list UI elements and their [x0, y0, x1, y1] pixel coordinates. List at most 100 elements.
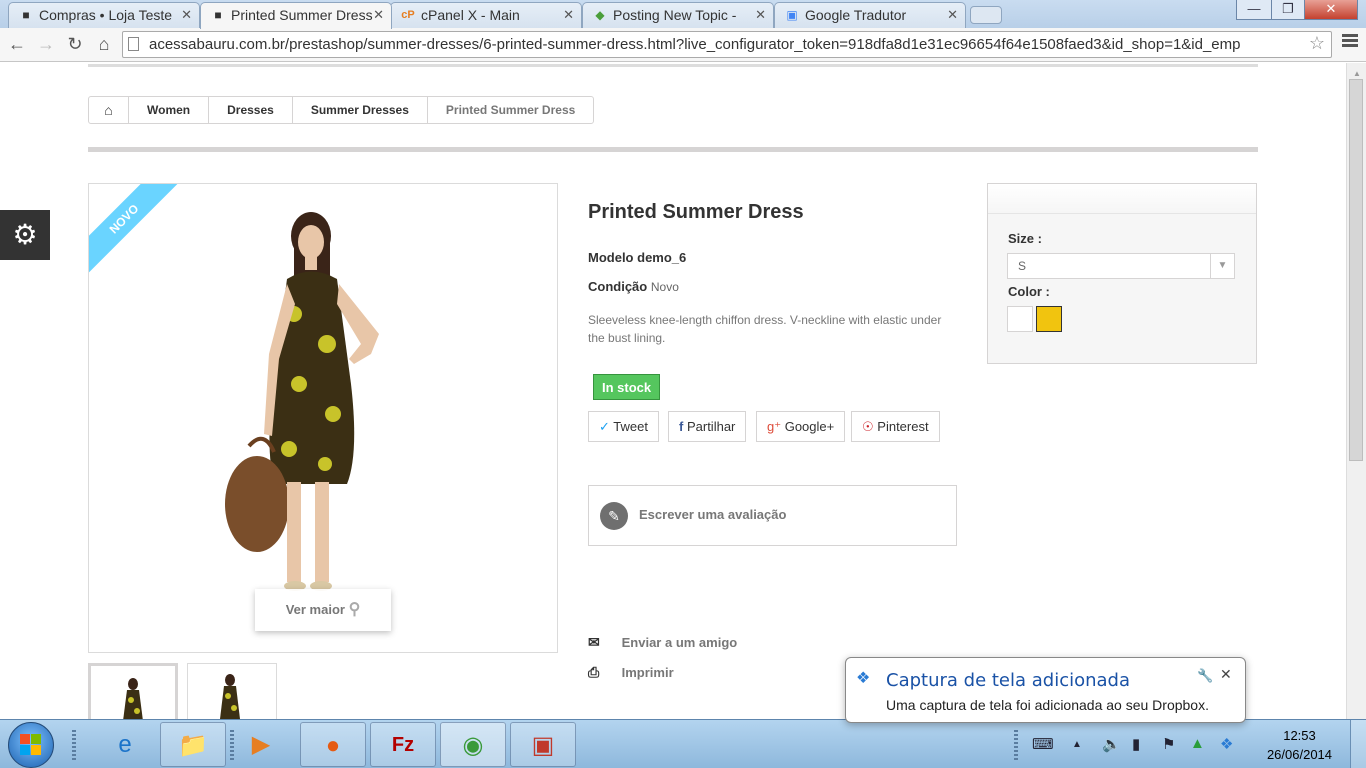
system-clock[interactable]: 12:53 26/06/2014	[1252, 726, 1347, 764]
thumbnail-photo	[220, 674, 240, 719]
zoom-in-icon: ⚲	[348, 601, 361, 618]
tweet-button[interactable]: ✓ Tweet	[588, 411, 659, 442]
page-scrollbar[interactable]: ▲	[1346, 63, 1366, 719]
print-label: Imprimir	[621, 665, 674, 680]
home-icon[interactable]: ⌂	[92, 32, 116, 56]
page-icon	[128, 37, 139, 51]
tab-title: Google Tradutor	[805, 7, 907, 23]
reference-value: demo_6	[637, 250, 687, 265]
theme-configurator-gear-icon[interactable]: ⚙	[0, 210, 50, 260]
printer-icon: ⎙	[588, 664, 600, 680]
new-tab-button[interactable]	[970, 6, 1002, 24]
volume-icon[interactable]: 🔈	[1102, 735, 1121, 753]
web-page: ⌂ Women Dresses Summer Dresses Printed S…	[0, 63, 1345, 719]
close-tab-icon[interactable]: ✕	[755, 3, 766, 27]
tab-cpanel[interactable]: cP cPanel X - Main ✕	[390, 2, 582, 28]
tab-printed-summer-dress[interactable]: ■ Printed Summer Dress ✕	[200, 2, 392, 29]
close-tab-icon[interactable]: ✕	[947, 3, 958, 27]
taskbar-grip	[1014, 730, 1018, 760]
product-condition: Condição Novo	[588, 279, 679, 294]
size-select[interactable]: S ▼	[1007, 253, 1235, 279]
firefox-icon[interactable]: ●	[300, 722, 366, 767]
write-review-button[interactable]: ✎ Escrever uma avaliação	[588, 485, 957, 546]
google-plus-label: Google+	[784, 419, 835, 434]
forward-icon[interactable]: →	[34, 32, 58, 56]
google-drive-icon[interactable]: ▲	[1190, 735, 1205, 752]
condition-value: Novo	[650, 280, 679, 294]
dropbox-tray-icon[interactable]: ❖	[1220, 735, 1233, 753]
close-tab-icon[interactable]: ✕	[373, 3, 384, 27]
url-text[interactable]: acessabauru.com.br/prestashop/summer-dre…	[149, 36, 1304, 53]
size-value: S	[1018, 259, 1027, 273]
minimize-button[interactable]: —	[1236, 0, 1272, 20]
google-plus-icon: g⁺	[767, 419, 782, 434]
tab-compras[interactable]: ■ Compras • Loja Teste ✕	[8, 2, 200, 28]
envelope-icon: ✉	[588, 634, 600, 650]
twitter-icon: ✓	[599, 419, 610, 434]
share-label: Partilhar	[686, 419, 736, 434]
wrench-icon[interactable]: 🔧	[1197, 668, 1213, 684]
address-bar[interactable]: acessabauru.com.br/prestashop/summer-dre…	[122, 31, 1332, 58]
view-larger-button[interactable]: Ver maior ⚲	[255, 589, 391, 631]
color-swatch-yellow[interactable]	[1036, 306, 1062, 332]
color-swatch-white[interactable]	[1007, 306, 1033, 332]
action-center-flag-icon[interactable]: ⚑	[1162, 735, 1175, 753]
breadcrumb-item-dresses[interactable]: Dresses	[209, 97, 293, 123]
breadcrumb-item-women[interactable]: Women	[129, 97, 210, 123]
print-link[interactable]: ⎙ Imprimir	[588, 662, 674, 682]
power-icon[interactable]: ▮	[1132, 735, 1140, 753]
back-icon[interactable]: ←	[5, 32, 29, 56]
product-image-block[interactable]: NOVO Ver maior ⚲	[88, 183, 558, 653]
pinterest-button[interactable]: ☉ Pinterest	[851, 411, 940, 442]
chrome-menu-icon[interactable]	[1342, 34, 1358, 50]
photo-viewer-icon[interactable]: ▣	[510, 722, 576, 767]
close-window-button[interactable]: ✕	[1304, 0, 1358, 20]
close-tab-icon[interactable]: ✕	[181, 3, 192, 27]
breadcrumb-item-summer-dresses[interactable]: Summer Dresses	[293, 97, 428, 123]
keyboard-icon[interactable]: ⌨	[1032, 735, 1054, 753]
send-friend-label: Enviar a um amigo	[621, 635, 738, 650]
scroll-up-arrow-icon[interactable]: ▲	[1353, 69, 1361, 78]
windows-logo-icon	[20, 734, 42, 756]
media-player-icon[interactable]: ▶	[228, 722, 294, 767]
reload-icon[interactable]: ↻	[63, 32, 87, 56]
size-label: Size :	[1008, 231, 1042, 246]
stock-badge: In stock	[593, 374, 661, 400]
browser-toolbar: ← → ↻ ⌂ acessabauru.com.br/prestashop/su…	[0, 28, 1366, 62]
pencil-icon: ✎	[600, 502, 628, 530]
show-hidden-icons-icon[interactable]: ▲	[1072, 739, 1082, 750]
product-description: Sleeveless knee-length chiffon dress. V-…	[588, 313, 942, 345]
product-thumbnail[interactable]	[88, 663, 178, 719]
dropbox-notification: ❖ Captura de tela adicionada Uma captura…	[845, 657, 1246, 723]
send-to-friend-link[interactable]: ✉ Enviar a um amigo	[588, 632, 737, 652]
chevron-down-icon: ▼	[1210, 254, 1234, 278]
facebook-share-button[interactable]: f Partilhar	[668, 411, 747, 442]
pinterest-label: Pinterest	[877, 419, 929, 434]
close-notification-icon[interactable]: ✕	[1220, 666, 1232, 683]
write-review-label: Escrever uma avaliação	[639, 507, 787, 522]
view-larger-label: Ver maior	[285, 602, 345, 617]
tab-google-tradutor[interactable]: ▣ Google Tradutor ✕	[774, 2, 966, 28]
tab-posting-new-topic[interactable]: ◆ Posting New Topic - ✕	[582, 2, 774, 28]
product-thumbnail[interactable]	[187, 663, 277, 719]
scrollbar-thumb[interactable]	[1349, 79, 1363, 461]
chrome-icon[interactable]: ◉	[440, 722, 506, 767]
file-explorer-icon[interactable]: 📁	[160, 722, 226, 767]
notification-title: Captura de tela adicionada	[886, 670, 1131, 691]
filezilla-icon[interactable]: Fz	[370, 722, 436, 767]
breadcrumb: ⌂ Women Dresses Summer Dresses Printed S…	[88, 96, 595, 124]
close-tab-icon[interactable]: ✕	[563, 3, 574, 27]
breadcrumb-item-current: Printed Summer Dress	[445, 103, 576, 117]
internet-explorer-icon[interactable]: e	[92, 722, 158, 767]
clock-time: 12:53	[1283, 728, 1316, 743]
facebook-icon: f	[679, 419, 684, 434]
restore-button[interactable]: ❐	[1271, 0, 1305, 20]
tweet-label: Tweet	[613, 419, 648, 434]
notification-message: Uma captura de tela foi adicionada ao se…	[886, 697, 1209, 713]
start-button[interactable]	[8, 722, 54, 768]
breadcrumb-home-icon[interactable]: ⌂	[89, 97, 129, 123]
pinterest-icon: ☉	[862, 419, 874, 434]
bookmark-star-icon[interactable]: ☆	[1309, 33, 1325, 54]
show-desktop-button[interactable]	[1350, 720, 1366, 768]
google-plus-button[interactable]: g⁺ Google+	[756, 411, 846, 442]
